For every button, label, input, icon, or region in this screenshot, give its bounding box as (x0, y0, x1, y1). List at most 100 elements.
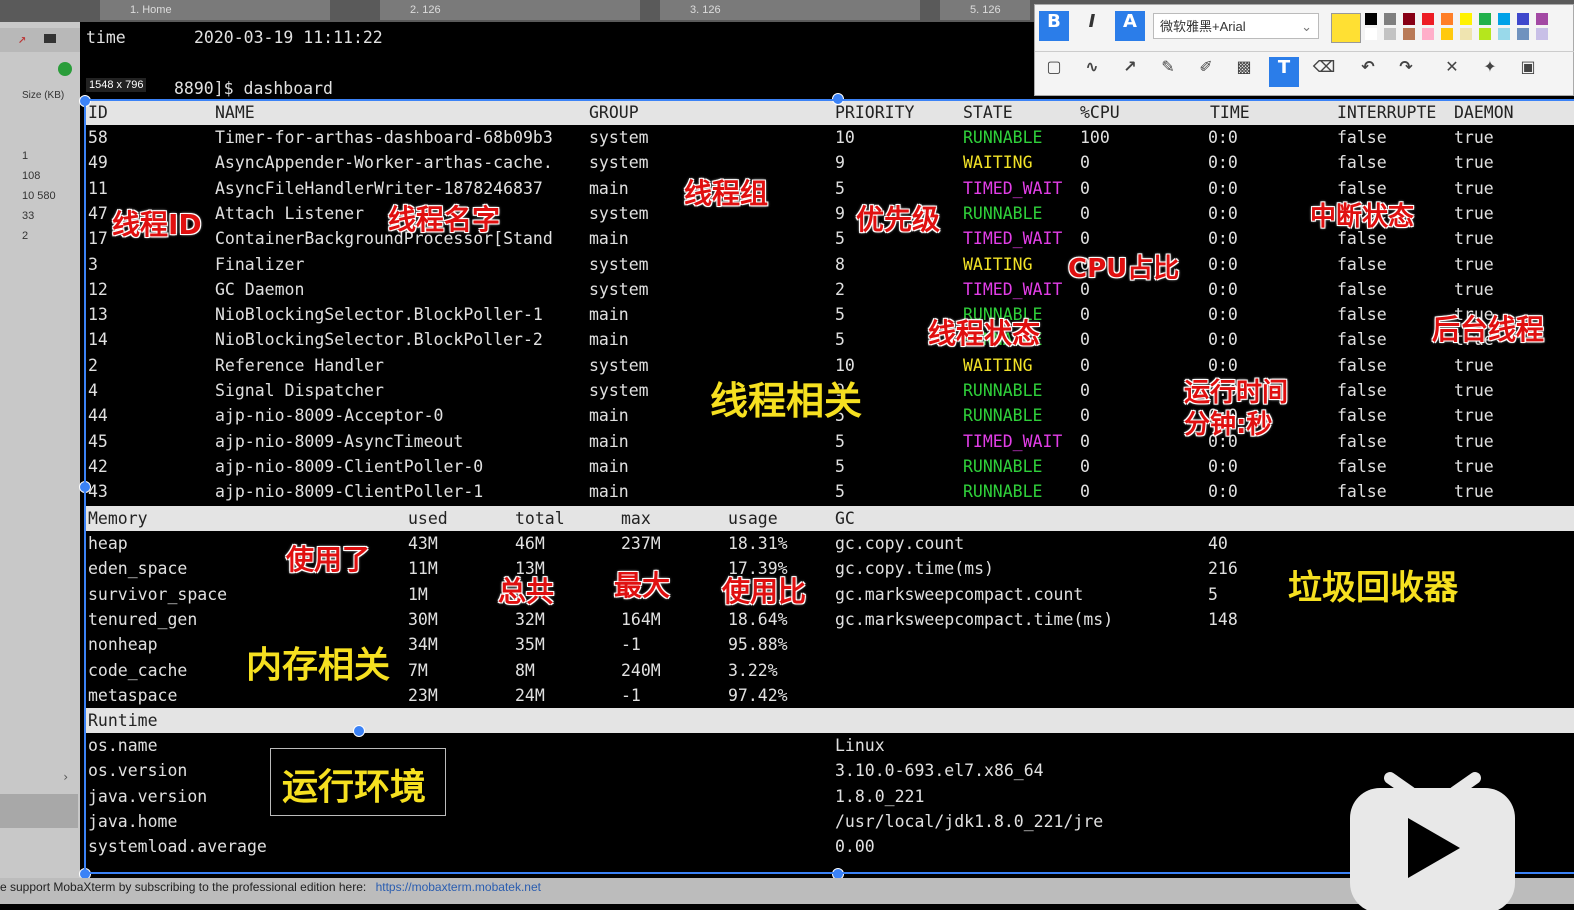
annotation-thread-related: 线程相关 (710, 379, 863, 423)
thread-state: RUNNABLE (963, 203, 1043, 223)
color-swatch[interactable] (1365, 28, 1377, 40)
thread-interrupted: false (1337, 406, 1387, 426)
tab-session-5[interactable]: 5. 126 (940, 0, 1030, 20)
col-gc: GC (835, 509, 855, 528)
tab-session-3[interactable]: 3. 126 (660, 0, 920, 20)
color-swatch[interactable] (1536, 28, 1548, 40)
runtime-name: java.version (88, 786, 208, 806)
status-bar: e support MobaXterm by subscribing to th… (0, 878, 1574, 904)
color-swatch[interactable] (1460, 28, 1472, 40)
tab-session-2[interactable]: 2. 126 (380, 0, 640, 20)
color-swatch[interactable] (1384, 13, 1396, 25)
chevron-right-icon[interactable]: › (62, 770, 69, 784)
annotation-used: 使用了 (286, 543, 371, 576)
thread-cpu: 0 (1080, 482, 1090, 502)
runtime-name: systemload.average (88, 837, 267, 857)
thread-group: system (589, 355, 649, 375)
thread-group: main (589, 229, 629, 249)
text-color-button[interactable]: A (1115, 11, 1145, 41)
thread-name: Signal Dispatcher (215, 381, 384, 400)
undo-icon[interactable]: ↶ (1353, 57, 1383, 87)
size-column-header[interactable]: Size (KB) (22, 90, 64, 101)
selection-border (84, 99, 1574, 101)
thread-daemon: true (1454, 229, 1494, 249)
selection-handle[interactable] (353, 725, 365, 737)
thread-priority: 9 (835, 203, 845, 223)
color-swatch[interactable] (1384, 28, 1396, 40)
thread-name: Reference Handler (215, 355, 384, 375)
thread-daemon: true (1454, 482, 1494, 502)
thread-state: RUNNABLE (963, 456, 1043, 476)
color-swatch[interactable] (1441, 28, 1453, 40)
thread-interrupted: false (1337, 305, 1387, 325)
thread-time: 0:0 (1208, 305, 1238, 325)
italic-button[interactable]: I (1077, 11, 1107, 41)
gc-name: gc.copy.time(ms) (835, 559, 994, 579)
thread-group: main (589, 406, 629, 426)
memory-table-header (84, 506, 1574, 531)
terminal-icon[interactable] (44, 34, 56, 43)
close-icon[interactable]: ✕ (1437, 57, 1467, 87)
color-swatch[interactable] (1441, 13, 1453, 25)
color-swatch[interactable] (1479, 28, 1491, 40)
play-button-icon[interactable] (1350, 760, 1515, 910)
thread-priority: 5 (835, 178, 845, 198)
tab-label: 3. 126 (690, 4, 721, 16)
annotation-max: 最大 (614, 569, 671, 602)
memory-total: 8M (515, 660, 535, 680)
thread-priority: 8 (835, 254, 845, 274)
tab-home[interactable]: 1. Home (100, 0, 330, 20)
color-swatch[interactable] (1536, 13, 1548, 25)
color-swatch[interactable] (1460, 13, 1472, 25)
font-select[interactable]: 微软雅黑+Arial ⌄ (1153, 13, 1319, 39)
thread-state: TIMED_WAIT (963, 279, 1063, 299)
runtime-name: os.name (88, 736, 158, 755)
color-swatch[interactable] (1517, 13, 1529, 25)
color-swatch[interactable] (1498, 13, 1510, 25)
memory-total: 46M (515, 534, 545, 553)
save-icon[interactable]: ▣ (1513, 57, 1543, 87)
eraser-tool-icon[interactable]: ⌫ (1309, 57, 1339, 87)
annotation-daemon: 后台线程 (1432, 313, 1545, 346)
memory-usage: 3.22% (728, 660, 778, 680)
bold-button[interactable]: B (1039, 11, 1069, 41)
color-swatch[interactable] (1403, 13, 1415, 25)
memory-name: tenured_gen (88, 609, 198, 629)
marker-tool-icon[interactable]: ✐ (1191, 57, 1221, 87)
text-tool-icon[interactable]: T (1269, 57, 1299, 87)
thread-name: ajp-nio-8009-Acceptor-0 (215, 406, 444, 426)
curve-tool-icon[interactable]: ∿ (1077, 57, 1107, 87)
col-total: total (515, 509, 565, 528)
annotation-thread-group: 线程组 (684, 177, 769, 210)
color-swatch[interactable] (1403, 28, 1415, 40)
pin-icon[interactable]: ✦ (1475, 57, 1505, 87)
gc-name: gc.copy.count (835, 534, 965, 553)
redo-icon[interactable]: ↷ (1391, 57, 1421, 87)
color-swatch[interactable] (1498, 28, 1510, 40)
thread-name: AsyncAppender-Worker-arthas-cache. (215, 153, 553, 173)
color-swatch[interactable] (1517, 28, 1529, 40)
color-swatch[interactable] (1479, 13, 1491, 25)
current-color-swatch[interactable] (1331, 13, 1361, 43)
thread-state: TIMED_WAIT (963, 431, 1063, 451)
color-swatch[interactable] (1365, 13, 1377, 25)
rectangle-tool-icon[interactable]: ▢ (1039, 57, 1069, 87)
runtime-value: 1.8.0_221 (835, 786, 925, 806)
memory-usage: 97.42% (728, 685, 788, 705)
pencil-tool-icon[interactable]: ✎ (1153, 57, 1183, 87)
arrow-tool-icon[interactable]: ↗ (1115, 57, 1145, 87)
pin-icon[interactable]: ↗ (18, 31, 26, 47)
thread-state: WAITING (963, 254, 1033, 274)
memory-used: 7M (408, 660, 428, 680)
thread-name: GC Daemon (215, 279, 305, 299)
col-state: STATE (963, 103, 1013, 122)
status-link[interactable]: https://mobaxterm.mobatek.net (376, 880, 541, 894)
color-swatch[interactable] (1422, 13, 1434, 25)
color-swatch[interactable] (1422, 28, 1434, 40)
selection-border (84, 99, 86, 874)
status-text: e support MobaXterm by subscribing to th… (0, 880, 367, 894)
mosaic-tool-icon[interactable]: ▩ (1229, 57, 1259, 87)
gc-value: 216 (1208, 559, 1238, 579)
thread-interrupted: false (1337, 128, 1387, 147)
tab-label: 5. 126 (970, 4, 1001, 16)
